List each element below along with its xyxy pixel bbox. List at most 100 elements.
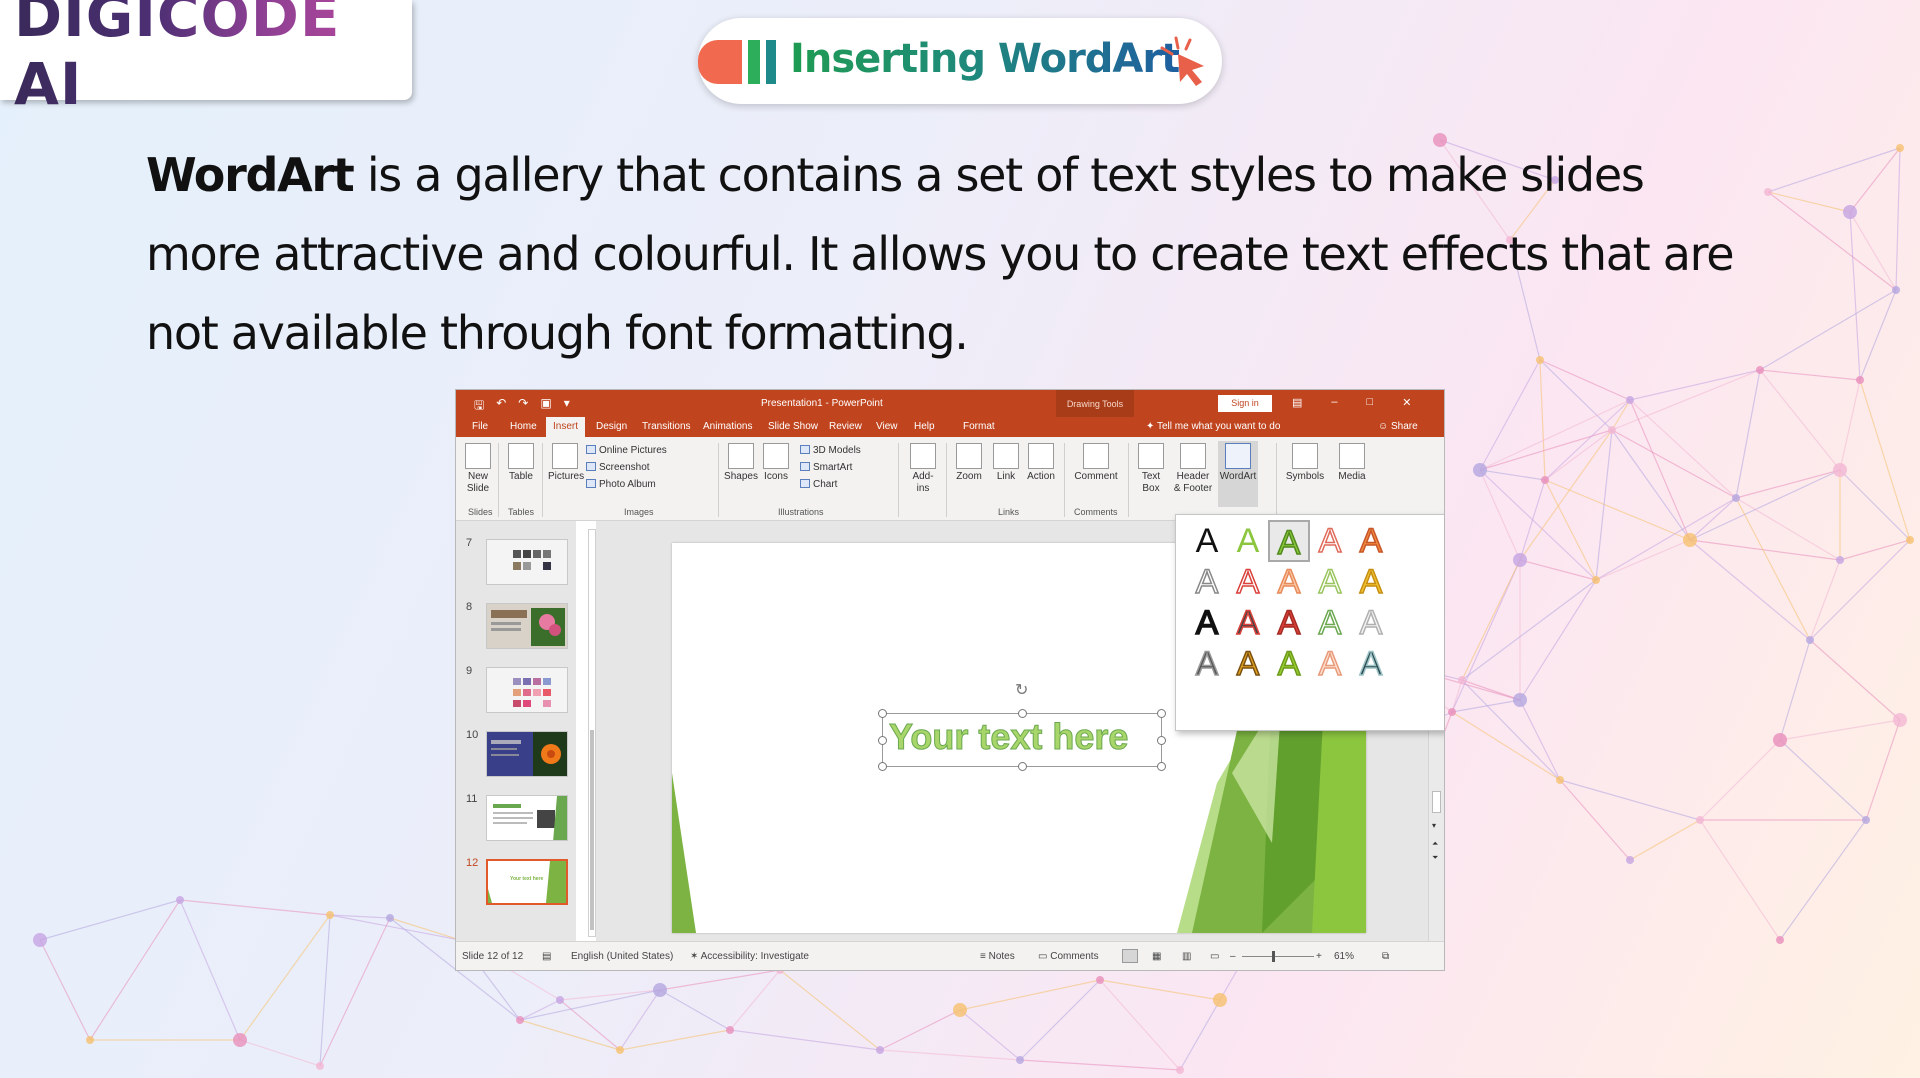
tab-format[interactable]: Format	[963, 421, 995, 432]
resize-handle[interactable]	[1018, 762, 1027, 771]
save-icon[interactable]: 🖫	[474, 396, 484, 417]
zoom-button[interactable]: Zoom	[954, 443, 984, 483]
language-status[interactable]: English (United States)	[571, 951, 673, 962]
pictures-button[interactable]: Pictures	[548, 443, 584, 483]
normal-view-icon[interactable]	[1122, 949, 1138, 963]
wordart-style-2[interactable]: A	[1227, 520, 1269, 562]
wordart-style-1[interactable]: A	[1186, 520, 1228, 562]
wordart-style-12[interactable]: A	[1227, 602, 1269, 644]
reading-view-icon[interactable]: ▥	[1182, 951, 1191, 962]
thumbnail-scroll-thumb[interactable]	[590, 730, 594, 930]
resize-handle[interactable]	[1157, 709, 1166, 718]
3d-models-button[interactable]: 3D Models	[800, 445, 861, 456]
wordart-style-7[interactable]: A	[1227, 561, 1269, 603]
slide-thumbnail-12[interactable]: Your text here	[486, 859, 568, 905]
slide-thumbnail-7[interactable]	[486, 539, 568, 585]
undo-icon[interactable]: ↶	[496, 396, 506, 417]
wordart-style-14[interactable]: A	[1309, 602, 1351, 644]
present-icon[interactable]: ▣	[540, 396, 551, 417]
wordart-placeholder-text[interactable]: Your text here	[888, 716, 1128, 758]
wordart-style-6[interactable]: A	[1186, 561, 1228, 603]
resize-handle[interactable]	[1018, 709, 1027, 718]
zoom-out-icon[interactable]: –	[1230, 951, 1236, 962]
customize-dropdown-icon[interactable]: ▾	[564, 396, 570, 417]
wordart-style-19[interactable]: A	[1309, 643, 1351, 685]
wordart-style-13[interactable]: A	[1268, 602, 1310, 644]
share-button[interactable]: ☺ Share	[1378, 421, 1418, 432]
wordart-style-3[interactable]: A	[1268, 520, 1310, 563]
wordart-style-16[interactable]: A	[1186, 643, 1228, 685]
slide-thumbnail-9[interactable]	[486, 667, 568, 713]
minimize-icon[interactable]: –	[1331, 396, 1337, 409]
ribbon-display-icon[interactable]: ▤	[1292, 396, 1302, 409]
scroll-down-icon[interactable]: ▾	[1432, 821, 1436, 830]
notes-button[interactable]: ≡ Notes	[980, 951, 1015, 962]
wordart-button[interactable]: WordArt	[1218, 441, 1258, 507]
wordart-style-17[interactable]: A	[1227, 643, 1269, 685]
slide-thumbnail-8[interactable]	[486, 603, 568, 649]
table-button[interactable]: Table	[506, 443, 536, 483]
wordart-style-5[interactable]: A	[1350, 520, 1392, 562]
redo-icon[interactable]: ↷	[518, 396, 528, 417]
tab-transitions[interactable]: Transitions	[642, 421, 691, 432]
thumbnail-scrollbar[interactable]	[588, 529, 596, 937]
tab-slide-show[interactable]: Slide Show	[768, 421, 818, 432]
action-button[interactable]: Action	[1024, 443, 1058, 483]
screenshot-button[interactable]: Screenshot	[586, 462, 650, 473]
comments-button[interactable]: ▭ Comments	[1038, 951, 1099, 962]
slide-scroll-thumb[interactable]	[1432, 791, 1441, 813]
wordart-style-8[interactable]: A	[1268, 561, 1310, 603]
wordart-style-4[interactable]: A	[1309, 520, 1351, 562]
link-button[interactable]: Link	[992, 443, 1020, 483]
resize-handle[interactable]	[1157, 736, 1166, 745]
tab-review[interactable]: Review	[829, 421, 862, 432]
accessibility-status[interactable]: ✶ Accessibility: Investigate	[690, 951, 809, 962]
wordart-style-15[interactable]: A	[1350, 602, 1392, 644]
shapes-button[interactable]: Shapes	[724, 443, 758, 483]
zoom-in-icon[interactable]: +	[1316, 951, 1322, 962]
tab-animations[interactable]: Animations	[703, 421, 752, 432]
slideshow-view-icon[interactable]: ▭	[1210, 951, 1219, 962]
wordart-style-20[interactable]: A	[1350, 643, 1392, 685]
zoom-slider[interactable]	[1242, 956, 1314, 957]
sign-in-button[interactable]: Sign in	[1218, 395, 1272, 412]
resize-handle[interactable]	[878, 762, 887, 771]
resize-handle[interactable]	[878, 709, 887, 718]
tab-help[interactable]: Help	[914, 421, 935, 432]
wordart-style-18[interactable]: A	[1268, 643, 1310, 685]
slide-thumbnail-10[interactable]	[486, 731, 568, 777]
tab-view[interactable]: View	[876, 421, 898, 432]
icons-button[interactable]: Icons	[762, 443, 790, 483]
resize-handle[interactable]	[878, 736, 887, 745]
symbols-button[interactable]: Symbols	[1282, 443, 1328, 483]
zoom-slider-thumb[interactable]	[1272, 951, 1275, 962]
fit-to-window-icon[interactable]: ⧉	[1382, 951, 1389, 962]
comment-button[interactable]: Comment	[1070, 443, 1122, 483]
wordart-style-11[interactable]: A	[1186, 602, 1228, 644]
spelling-icon[interactable]: ▤	[542, 951, 551, 962]
header-footer-button[interactable]: Header & Footer	[1170, 443, 1216, 495]
wordart-style-10[interactable]: A	[1350, 561, 1392, 603]
smartart-button[interactable]: SmartArt	[800, 462, 852, 473]
zoom-level[interactable]: 61%	[1334, 951, 1354, 962]
resize-handle[interactable]	[1157, 762, 1166, 771]
add-ins-button[interactable]: Add- ins	[908, 443, 938, 495]
tab-insert[interactable]: Insert	[546, 417, 586, 437]
slide-thumbnail-11[interactable]	[486, 795, 568, 841]
tab-home[interactable]: Home	[510, 421, 537, 432]
close-icon[interactable]: ✕	[1402, 396, 1411, 409]
chart-button[interactable]: Chart	[800, 479, 837, 490]
photo-album-button[interactable]: Photo Album	[586, 479, 656, 490]
wordart-style-9[interactable]: A	[1309, 561, 1351, 603]
tab-file[interactable]: File	[472, 421, 488, 432]
media-button[interactable]: Media	[1334, 443, 1370, 483]
tab-design[interactable]: Design	[596, 421, 627, 432]
maximize-icon[interactable]: □	[1367, 396, 1374, 409]
online-pictures-button[interactable]: Online Pictures	[586, 445, 667, 456]
previous-slide-icon[interactable]: ⏶	[1432, 839, 1438, 849]
text-box-button[interactable]: Text Box	[1136, 443, 1166, 495]
next-slide-icon[interactable]: ⏷	[1432, 853, 1438, 863]
wordart-text-box[interactable]: Your text here ↻	[878, 682, 1166, 771]
new-slide-button[interactable]: New Slide	[464, 443, 492, 495]
slide-sorter-icon[interactable]: ▦	[1152, 951, 1161, 962]
